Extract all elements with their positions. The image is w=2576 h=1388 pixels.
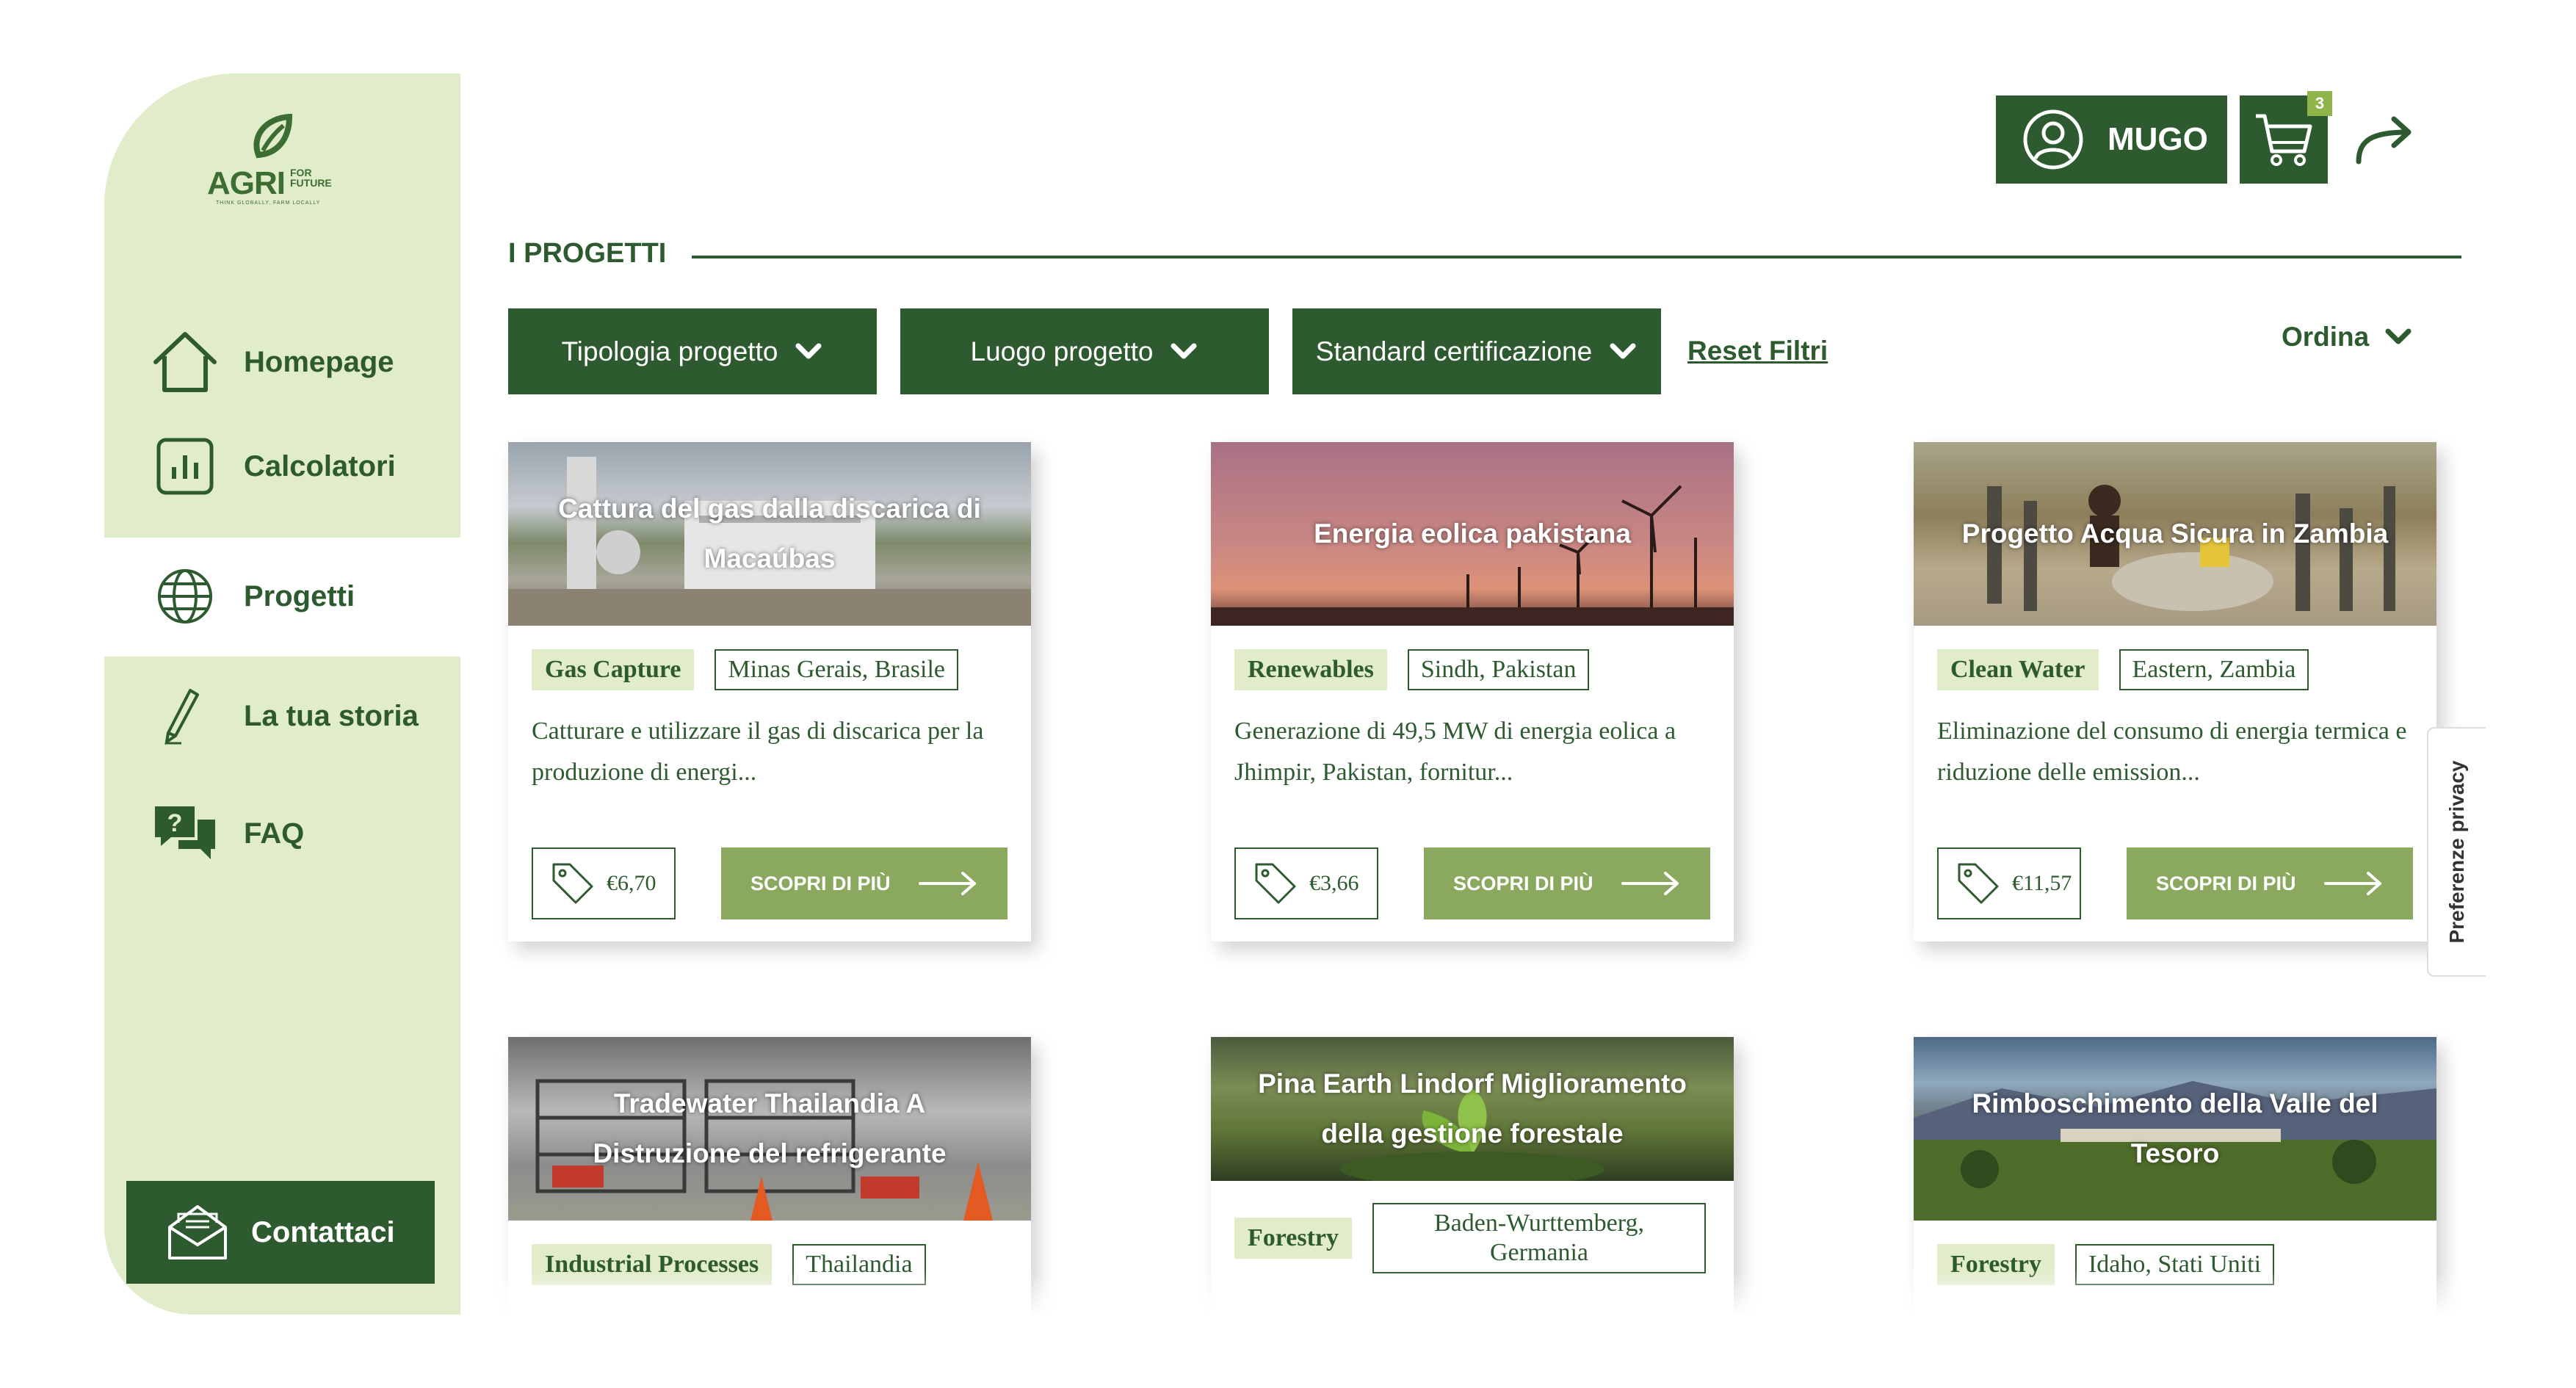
sidebar-item-label: FAQ xyxy=(244,817,305,850)
sidebar-item-label: Progetti xyxy=(244,579,355,612)
sidebar-item-la-tua-storia[interactable]: La tua storia xyxy=(148,676,457,756)
sidebar-item-label: Calcolatori xyxy=(244,449,396,482)
contact-label: Contattaci xyxy=(251,1215,395,1248)
share-arrow-icon xyxy=(2356,116,2412,165)
project-title: Energia eolica pakistana xyxy=(1314,518,1631,549)
chat-question-icon: ? xyxy=(148,797,222,870)
scroll-fade xyxy=(460,1270,2461,1315)
filter-label: Tipologia progetto xyxy=(561,336,778,366)
project-title: Tradewater Thailandia A Distruzione del … xyxy=(593,1088,947,1168)
chart-icon xyxy=(148,430,222,503)
project-tags: Clean Water Eastern, Zambia xyxy=(1937,649,2309,690)
arrow-right-icon xyxy=(2323,872,2381,895)
project-image: Rimboschimento della Valle del Tesoro xyxy=(1914,1037,2436,1221)
price-value: €6,70 xyxy=(607,871,656,895)
location-badge: Baden-Wurttemberg, Germania xyxy=(1372,1203,1706,1273)
discover-more-button[interactable]: SCOPRI DI PIÙ xyxy=(2127,847,2413,919)
project-title: Cattura del gas dalla discarica di Macaú… xyxy=(558,494,981,574)
price-tag[interactable]: €11,57 xyxy=(1937,847,2081,919)
brand-tagline: THINK GLOBALLY, FARM LOCALLY xyxy=(216,200,321,206)
privacy-label: Preferenze privacy xyxy=(2445,760,2468,944)
discover-more-label: SCOPRI DI PIÙ xyxy=(2156,872,2296,894)
sidebar-item-label: Homepage xyxy=(244,345,394,378)
project-image: Progetto Acqua Sicura in Zambia xyxy=(1914,442,2436,626)
filter-project-type[interactable]: Tipologia progetto xyxy=(508,308,877,394)
chevron-down-icon xyxy=(2385,328,2412,344)
discover-more-button[interactable]: SCOPRI DI PIÙ xyxy=(1424,847,1710,919)
app-frame: AGRI FOR FUTURE THINK GLOBALLY, FARM LOCA… xyxy=(104,73,2461,1315)
cart-icon xyxy=(2256,114,2312,166)
project-tags: Forestry Baden-Wurttemberg, Germania xyxy=(1234,1203,1706,1273)
filter-label: Standard certificazione xyxy=(1315,336,1593,366)
brand-logo[interactable]: AGRI FOR FUTURE THINK GLOBALLY, FARM LOCA… xyxy=(207,114,369,209)
category-badge: Clean Water xyxy=(1937,649,2099,690)
user-icon xyxy=(2023,109,2083,170)
location-badge: Minas Gerais, Brasile xyxy=(714,649,958,690)
project-image: Cattura del gas dalla discarica di Macaú… xyxy=(508,442,1031,626)
discover-more-button[interactable]: SCOPRI DI PIÙ xyxy=(721,847,1007,919)
project-image: Energia eolica pakistana xyxy=(1211,442,1734,626)
filter-project-place[interactable]: Luogo progetto xyxy=(900,308,1269,394)
sort-dropdown[interactable]: Ordina xyxy=(2282,322,2413,353)
project-tags: Renewables Sindh, Pakistan xyxy=(1234,649,1590,690)
project-image: Pina Earth Lindorf Miglioramento della g… xyxy=(1211,1037,1734,1181)
brand-name: AGRI xyxy=(207,165,286,201)
project-card[interactable]: Progetto Acqua Sicura in Zambia Clean Wa… xyxy=(1914,442,2436,941)
filter-certification-standard[interactable]: Standard certificazione xyxy=(1292,308,1661,394)
home-icon xyxy=(148,325,222,399)
project-card[interactable]: Energia eolica pakistana Renewables Sind… xyxy=(1211,442,1734,941)
chevron-down-icon xyxy=(795,343,822,358)
price-tag-icon xyxy=(1255,863,1296,904)
sidebar-item-calcolatori[interactable]: Calcolatori xyxy=(148,426,457,507)
sidebar-item-faq[interactable]: ? FAQ xyxy=(148,793,457,874)
section-divider xyxy=(692,256,2461,259)
cart-count-badge: 3 xyxy=(2307,91,2332,116)
category-badge: Renewables xyxy=(1234,649,1387,690)
project-description: Generazione di 49,5 MW di energia eolica… xyxy=(1234,718,1676,786)
discover-more-label: SCOPRI DI PIÙ xyxy=(1453,872,1593,894)
brand-suffix: FOR FUTURE xyxy=(290,167,332,189)
project-tags: Gas Capture Minas Gerais, Brasile xyxy=(532,649,958,690)
location-badge: Eastern, Zambia xyxy=(2119,649,2309,690)
envelope-icon xyxy=(167,1199,233,1265)
leaf-logo-icon xyxy=(253,114,293,159)
chevron-down-icon xyxy=(1171,343,1197,358)
price-tag-icon xyxy=(552,863,593,904)
project-card[interactable]: Cattura del gas dalla discarica di Macaú… xyxy=(508,442,1031,941)
pen-icon xyxy=(148,679,222,753)
sort-label: Ordina xyxy=(2282,322,2370,352)
price-value: €3,66 xyxy=(1309,871,1359,895)
price-tag-icon xyxy=(1958,863,1999,904)
project-title: Rimboschimento della Valle del Tesoro xyxy=(1972,1088,2378,1168)
sidebar: AGRI FOR FUTURE THINK GLOBALLY, FARM LOCA… xyxy=(104,73,460,1315)
price-tag[interactable]: €3,66 xyxy=(1234,847,1378,919)
sidebar-item-label: La tua storia xyxy=(244,699,419,732)
sidebar-item-homepage[interactable]: Homepage xyxy=(148,322,457,402)
price-value: €11,57 xyxy=(2012,871,2072,895)
project-description: Eliminazione del consumo di energia term… xyxy=(1937,718,2407,786)
price-tag[interactable]: €6,70 xyxy=(532,847,676,919)
contact-button[interactable]: Contattaci xyxy=(126,1181,435,1284)
location-badge: Sindh, Pakistan xyxy=(1407,649,1590,690)
reset-filters-link[interactable]: Reset Filtri xyxy=(1687,336,1828,366)
section-title: I PROGETTI xyxy=(508,238,667,269)
user-account-button[interactable]: MUGO xyxy=(1996,95,2227,184)
project-title: Progetto Acqua Sicura in Zambia xyxy=(1961,518,2389,549)
privacy-preferences-tab[interactable]: Preferenze privacy xyxy=(2427,727,2486,977)
arrow-right-icon xyxy=(1621,872,1679,895)
discover-more-label: SCOPRI DI PIÙ xyxy=(750,872,891,894)
globe-icon xyxy=(148,560,222,633)
sidebar-item-progetti[interactable]: Progetti xyxy=(148,556,457,637)
project-description: Catturare e utilizzare il gas di discari… xyxy=(532,718,984,786)
project-title: Pina Earth Lindorf Miglioramento della g… xyxy=(1258,1069,1687,1149)
filter-label: Luogo progetto xyxy=(970,336,1154,366)
svg-text:?: ? xyxy=(167,809,183,837)
arrow-right-icon xyxy=(918,872,976,895)
chevron-down-icon xyxy=(1610,343,1636,358)
user-name: MUGO xyxy=(2108,121,2208,157)
category-badge: Gas Capture xyxy=(532,649,695,690)
project-image: Tradewater Thailandia A Distruzione del … xyxy=(508,1037,1031,1221)
category-badge: Forestry xyxy=(1234,1218,1352,1259)
logout-button[interactable] xyxy=(2351,110,2425,184)
